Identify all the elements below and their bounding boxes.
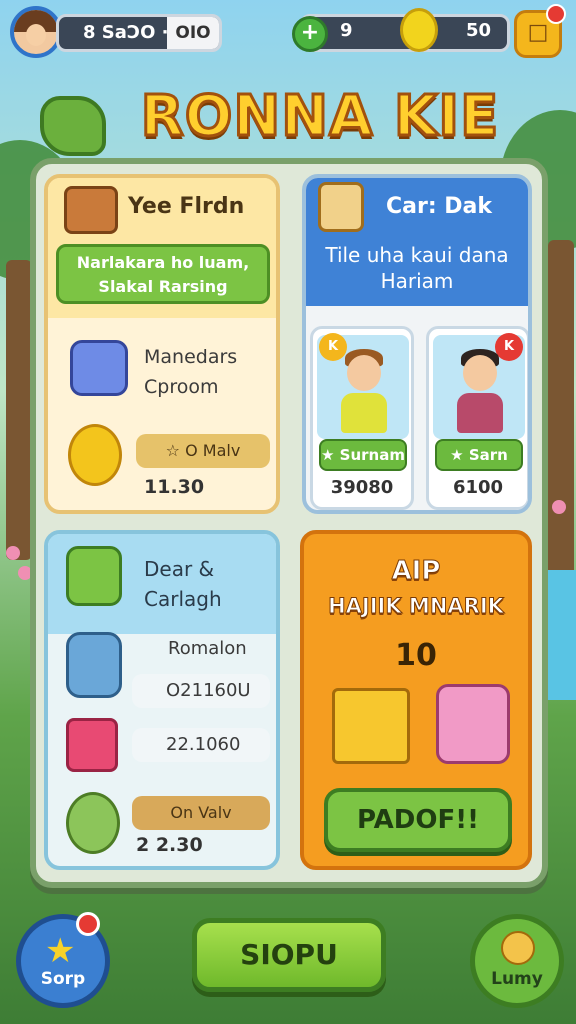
player-avatar[interactable] — [10, 6, 62, 58]
coin-counter: 8 SaƆO · OIO — [56, 14, 222, 52]
gift-box-icon — [66, 718, 118, 772]
gem-value: 9 — [340, 20, 353, 41]
card-lightblue[interactable]: Dear & Carlagh Romalon O21160U 22.1060 O… — [44, 530, 280, 870]
right-round-button[interactable]: Lumy — [470, 914, 564, 1008]
character-score-2: 6100 — [452, 477, 504, 498]
star-icon: ★ — [45, 931, 76, 971]
character-man-icon — [463, 355, 497, 391]
character-name-1: ★ Surnam — [319, 439, 407, 471]
card-blue-banner: Tile uha kaui dana Hariam — [325, 243, 509, 293]
center-play-button[interactable]: SIOPU — [192, 918, 386, 992]
treasure-gift-icon — [332, 688, 410, 764]
card-lightblue-row2: O21160U — [166, 680, 251, 701]
coin-counter-text: 8 SaƆO · — [83, 22, 169, 43]
card-yellow-value: 11.30 — [144, 476, 205, 498]
card-lightblue-title: Dear & Carlagh — [144, 557, 222, 611]
bear-icon — [501, 931, 535, 965]
snowman-icon — [66, 632, 122, 698]
card-yellow-title: Yee Flrdn — [128, 194, 245, 219]
character-badge-2: K — [495, 333, 523, 361]
lemon-value: 50 — [466, 20, 492, 41]
card-blue-title: Car: Dak — [386, 194, 493, 219]
lightbulb-icon — [68, 424, 122, 486]
card-lightblue-row1: Romalon — [168, 638, 247, 659]
card-lightblue-pill[interactable]: On Valv — [132, 796, 270, 830]
right-round-label: Lumy — [491, 969, 543, 989]
left-round-label: Sorp — [40, 969, 86, 989]
gem-plus-icon[interactable]: + — [292, 16, 328, 52]
character-card-1[interactable]: K ★ Surnam 39080 — [310, 326, 414, 510]
card-lightblue-row3: 22.1060 — [166, 734, 241, 755]
card-orange-title-bottom: HAJIIK MNARIK — [328, 594, 505, 619]
character-score-1: 39080 — [330, 477, 394, 498]
lemon-icon — [400, 8, 438, 52]
pink-robot-icon — [436, 684, 510, 764]
card-orange-count: 10 — [395, 638, 437, 673]
character-boy-icon — [347, 355, 381, 391]
worker-icon — [66, 546, 122, 606]
scroll-icon — [318, 182, 364, 232]
card-orange[interactable]: AIP HAJIIK MNARIK 10 PADOF!! — [300, 530, 532, 870]
game-title: RONNA KIE — [139, 83, 500, 151]
notification-dot-icon — [546, 4, 566, 24]
card-yellow-banner[interactable]: Narlakara ho luam, Slakal Rarsing — [56, 244, 270, 304]
card-yellow-pill[interactable]: ☆ O Malv — [136, 434, 270, 468]
card-yellow[interactable]: Yee Flrdn Narlakara ho luam, Slakal Rars… — [44, 174, 280, 514]
book-stack-icon — [64, 186, 118, 234]
coin-counter-box: OIO — [167, 17, 219, 49]
character-badge-1: K — [319, 333, 347, 361]
card-lightblue-value: 2 2.30 — [136, 834, 203, 856]
card-orange-button[interactable]: PADOF!! — [324, 788, 512, 852]
card-yellow-row1: Manedars Cproom — [144, 346, 238, 398]
character-name-2: ★ Sarn — [435, 439, 523, 471]
card-orange-title-top: AIP — [391, 556, 441, 587]
character-card-2[interactable]: K ★ Sarn 6100 — [426, 326, 528, 510]
stroller-icon — [70, 340, 128, 396]
left-button-notif-icon — [76, 912, 100, 936]
card-blue[interactable]: Car: Dak Tile uha kaui dana Hariam K ★ S… — [302, 174, 532, 514]
green-monster-icon — [66, 792, 120, 854]
